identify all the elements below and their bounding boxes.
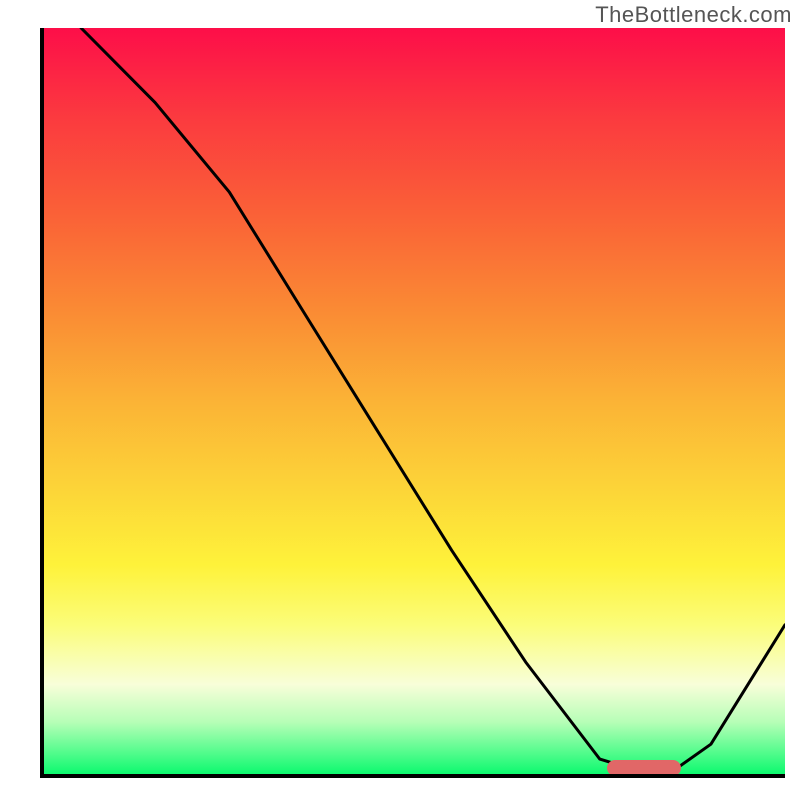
chart-plot-area [44, 28, 785, 774]
optimal-range-marker [607, 760, 681, 774]
watermark-text: TheBottleneck.com [595, 2, 792, 28]
chart-axes [40, 28, 785, 778]
mismatch-curve [44, 28, 785, 774]
